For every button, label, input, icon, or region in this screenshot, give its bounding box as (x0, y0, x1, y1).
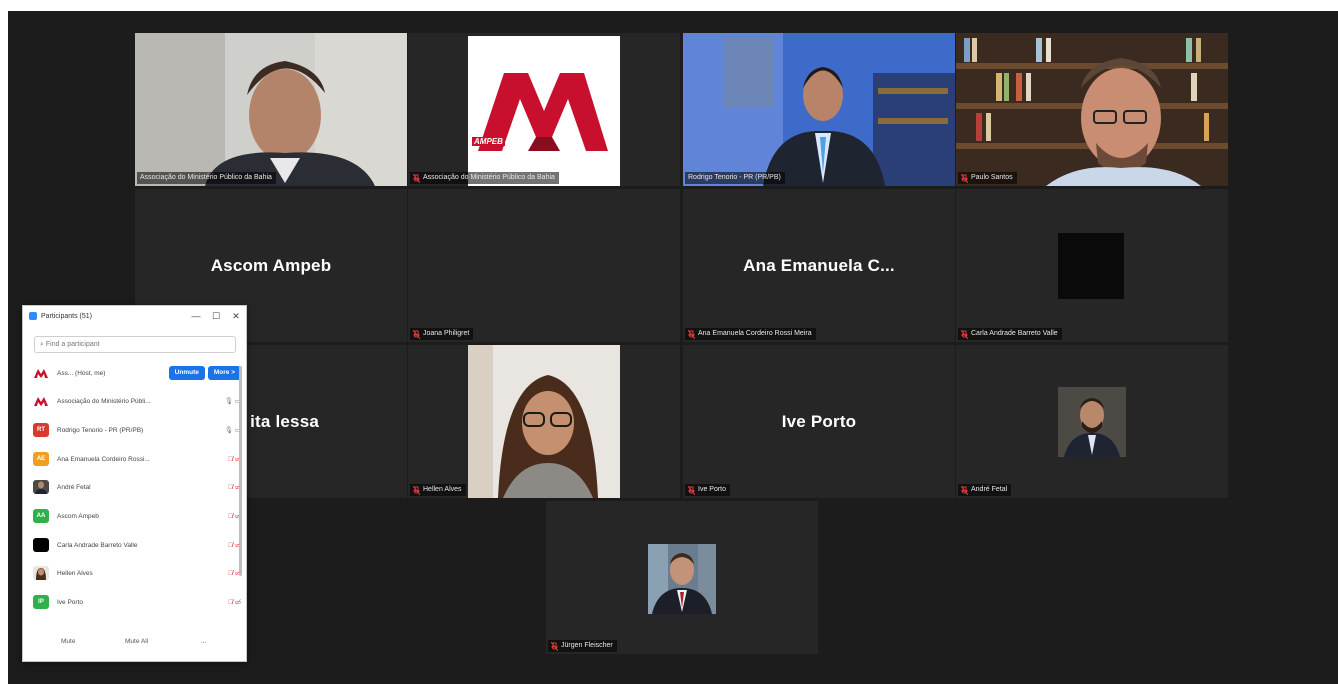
participant-row[interactable]: Hellen Alves 🎙̸ ▭̸ (33, 562, 241, 584)
participant-name: Ana Emanuela Cordeiro Rossi... (57, 455, 150, 463)
mic-muted-icon (961, 173, 968, 183)
participant-row-host[interactable]: Ass... (Host, me) Unmute More > (33, 362, 241, 384)
participant-name: Carla Andrade Barreto Valle (57, 541, 138, 549)
muted-status-icon: 🎙̸ ▭̸ (228, 542, 241, 549)
panel-scrollbar[interactable] (239, 366, 242, 576)
panel-titlebar[interactable]: Participants (51) — ☐ ✕ (23, 306, 246, 326)
participant-row[interactable]: André Fetal 🎙̸ ▭̸ (33, 476, 241, 498)
avatar: IP (33, 595, 49, 609)
ampeb-avatar-icon (33, 366, 49, 380)
mic-muted-icon (551, 641, 558, 651)
video-tile-ive[interactable]: Ive Porto Ive Porto (683, 345, 955, 498)
more-button[interactable]: More > (207, 366, 241, 380)
participant-video (956, 33, 1228, 186)
participant-name: Rodrigo Tenorio - PR (PR/PB) (57, 426, 144, 434)
participant-video (683, 33, 955, 186)
avatar: RT (33, 423, 49, 437)
tile-name-label: Carla Andrade Barreto Valle (958, 328, 1062, 340)
profile-picture (1058, 233, 1124, 299)
mic-muted-icon (413, 173, 420, 183)
video-tile-joana[interactable]: Joana Philigret (408, 189, 680, 342)
participant-row[interactable]: AE Ana Emanuela Cordeiro Rossi... 🎙̸ ▭̸ (33, 448, 241, 470)
photo-avatar-icon (33, 480, 49, 494)
mic-muted-icon (961, 485, 968, 495)
muted-status-icon: 🎙̸ ▭̸ (228, 456, 241, 463)
avatar: AA (33, 509, 49, 523)
tile-name-label: Paulo Santos (958, 172, 1017, 184)
mic-muted-icon (413, 329, 420, 339)
tile-name-label: Ive Porto (685, 484, 731, 496)
panel-title: Participants (51) (41, 312, 92, 320)
participant-row[interactable]: RT Rodrigo Tenorio - PR (PR/PB) 🎙 ▭ (33, 419, 241, 441)
video-tile-rodrigo[interactable]: Rodrigo Tenorio - PR (PR/PB) (683, 33, 955, 186)
mute-button[interactable]: Mute (61, 638, 75, 645)
participant-row[interactable]: AA Ascom Ampeb 🎙̸ ▭̸ (33, 505, 241, 527)
tile-name-label: Rodrigo Tenorio - PR (PR/PB) (685, 172, 785, 184)
video-tile-ana[interactable]: Ana Emanuela C... Ana Emanuela Cordeiro … (683, 189, 955, 342)
participant-name: Associação do Ministério Públi... (57, 397, 151, 405)
zoom-app-icon (29, 312, 37, 320)
ampeb-logo (408, 33, 680, 186)
participant-name: Ascom Ampeb (210, 255, 332, 275)
mic-muted-icon (413, 485, 420, 495)
profile-picture (1058, 387, 1126, 457)
mute-all-button[interactable]: Mute All (125, 638, 148, 645)
ampeb-avatar-icon (33, 394, 49, 408)
more-options-button[interactable]: ... (201, 638, 206, 645)
close-button[interactable]: ✕ (226, 311, 246, 322)
participants-panel[interactable]: Participants (51) — ☐ ✕ ⌕ Find a partici… (22, 305, 247, 662)
unmute-button[interactable]: Unmute (168, 366, 205, 380)
tile-name-label: Hellen Alves (410, 484, 466, 496)
avatar: AE (33, 452, 49, 466)
muted-status-icon: 🎙̸ ▭̸ (228, 484, 241, 491)
maximize-button[interactable]: ☐ (206, 311, 226, 322)
participant-row[interactable]: Carla Andrade Barreto Valle 🎙̸ ▭̸ (33, 534, 241, 556)
muted-status-icon: 🎙̸ ▭̸ (228, 570, 241, 577)
video-tile-hellen[interactable]: Hellen Alves (408, 345, 680, 498)
profile-picture (648, 544, 716, 614)
speaker-video (135, 33, 407, 186)
participant-name: Ive Porto (57, 598, 84, 606)
video-tile-andre[interactable]: André Fetal (956, 345, 1228, 498)
mic-muted-icon (961, 329, 968, 339)
mic-muted-icon (688, 329, 695, 339)
muted-status-icon: 🎙̸ ▭̸ (228, 513, 241, 520)
participant-name: André Fetal (57, 483, 91, 491)
tile-name-label: Associação do Ministério Público da Bahi… (137, 172, 276, 184)
tile-name-label: Ana Emanuela Cordeiro Rossi Meira (685, 328, 816, 340)
muted-status-icon: 🎙̸ ▭̸ (228, 599, 241, 606)
audio-video-status-icon: 🎙 ▭ (224, 427, 241, 434)
tile-name-label: Associação do Ministério Público da Bahi… (410, 172, 559, 184)
video-tile-paulo[interactable]: Paulo Santos (956, 33, 1228, 186)
minimize-button[interactable]: — (186, 311, 206, 321)
participant-name: Ascom Ampeb (57, 512, 99, 520)
participant-name: Ana Emanuela C... (743, 255, 895, 275)
photo-avatar-icon (33, 566, 49, 580)
participant-name: Ive Porto (781, 411, 857, 431)
video-tile-host[interactable]: Associação do Ministério Público da Bahi… (135, 33, 407, 186)
video-tile-logo[interactable]: AMPEB Associação do Ministério Público d… (408, 33, 680, 186)
tile-name-label: André Fetal (958, 484, 1012, 496)
audio-video-status-icon: 🎙 ▭ (224, 398, 241, 405)
tile-name-label: Joana Philigret (410, 328, 474, 340)
participant-name: Ass... (Host, me) (57, 369, 106, 377)
participant-row[interactable]: Associação do Ministério Públi... 🎙 ▭ (33, 390, 241, 412)
black-avatar-icon (33, 538, 49, 552)
video-tile-jurgen[interactable]: Jürgen Fleischer (546, 501, 818, 654)
video-tile-carla[interactable]: Carla Andrade Barreto Valle (956, 189, 1228, 342)
mic-muted-icon (688, 485, 695, 495)
logo-text: AMPEB (472, 137, 505, 146)
participant-row[interactable]: IP Ive Porto 🎙̸ ▭̸ (33, 591, 241, 613)
participant-video (408, 345, 680, 498)
tile-name-label: Jürgen Fleischer (548, 640, 617, 652)
participant-name: Hellen Alves (57, 569, 93, 577)
search-input[interactable]: ⌕ Find a participant (34, 336, 236, 353)
